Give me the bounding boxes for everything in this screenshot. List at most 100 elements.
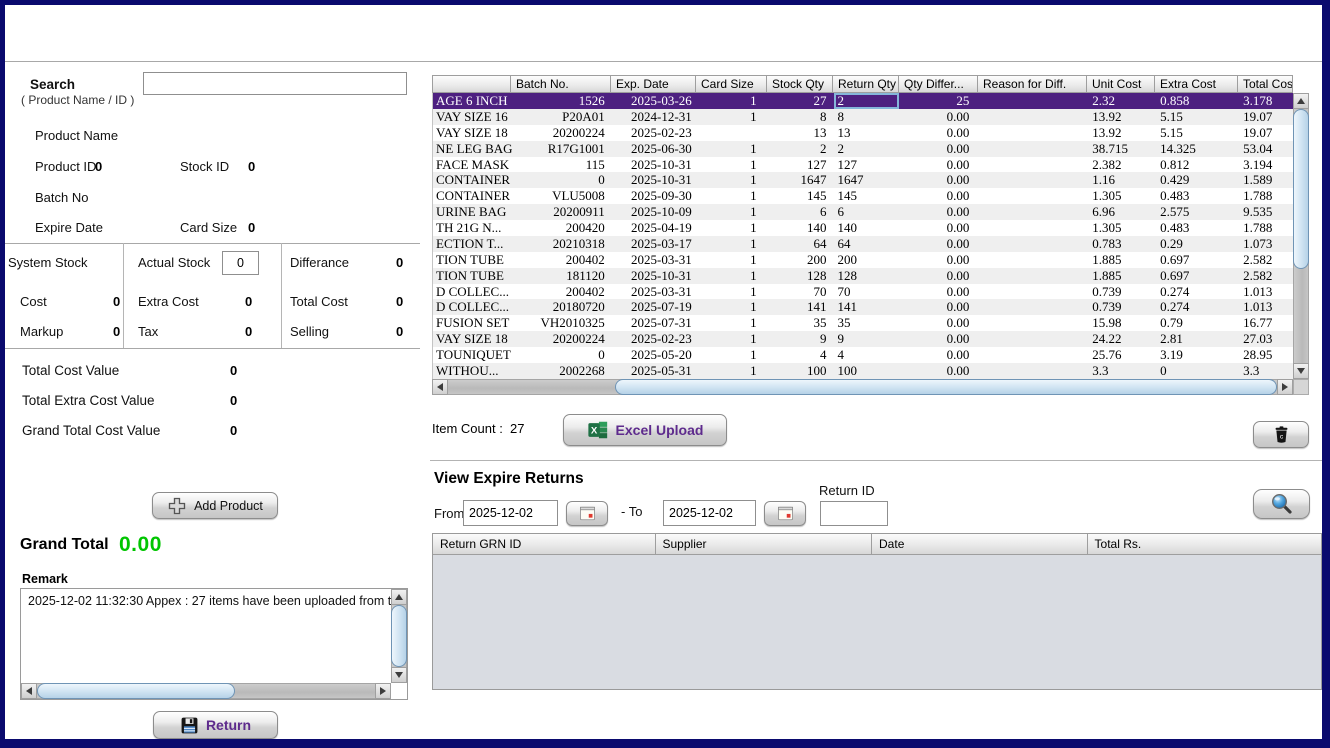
cell-extra: 3.19 <box>1155 347 1238 363</box>
cell-ret[interactable]: 9 <box>834 331 900 347</box>
table-row[interactable]: D COLLEC...2004022025-03-31170700.000.73… <box>433 284 1293 300</box>
column-header-extra-cost[interactable]: Extra Cost <box>1155 75 1238 93</box>
cell-ret[interactable]: 8 <box>834 109 900 125</box>
plus-icon <box>167 496 187 516</box>
cell-ret[interactable]: 13 <box>834 125 900 141</box>
cell-diff: 0.00 <box>899 172 978 188</box>
items-hscroll-thumb[interactable] <box>615 379 1277 395</box>
column-header-total-cos[interactable]: Total Cos... <box>1238 75 1293 93</box>
column-header-reason-for-diff[interactable]: Reason for Diff. <box>978 75 1087 93</box>
table-row[interactable]: TION TUBE2004022025-03-3112002000.001.88… <box>433 252 1293 268</box>
cell-ret[interactable]: 2 <box>834 141 900 157</box>
table-row[interactable]: VAY SIZE 18202002242025-02-2313130.0013.… <box>433 125 1293 141</box>
cell-ret[interactable]: 2 <box>834 93 900 109</box>
cell-ret[interactable]: 70 <box>834 284 900 300</box>
remark-scroll-down-button[interactable] <box>391 667 407 683</box>
cell-ret[interactable]: 145 <box>834 188 900 204</box>
actual-stock-input[interactable] <box>222 251 259 275</box>
cell-card: 1 <box>697 252 768 268</box>
items-scroll-right-button[interactable] <box>1277 379 1293 395</box>
column-header-qty-differ[interactable]: Qty Differ... <box>899 75 978 93</box>
search-returns-button[interactable] <box>1253 489 1310 519</box>
clear-button[interactable]: c <box>1253 421 1309 448</box>
remark-hscroll-thumb[interactable] <box>37 683 235 699</box>
search-input[interactable] <box>143 72 407 95</box>
grand-total-label: Grand Total <box>20 536 109 554</box>
table-row[interactable]: TOUNIQUET02025-05-201440.0025.763.1928.9… <box>433 347 1293 363</box>
cell-extra: 5.15 <box>1155 109 1238 125</box>
remark-scroll-left-button[interactable] <box>21 683 37 699</box>
cell-ret[interactable]: 6 <box>834 204 900 220</box>
cell-total: 2.582 <box>1238 252 1293 268</box>
remark-scroll-right-button[interactable] <box>375 683 391 699</box>
from-date-input[interactable] <box>463 500 558 526</box>
cell-ret[interactable]: 64 <box>834 236 900 252</box>
items-scroll-down-button[interactable] <box>1293 363 1309 379</box>
table-row[interactable]: CONTAINERVLU50082025-09-3011451450.001.3… <box>433 188 1293 204</box>
column-header-card-size[interactable]: Card Size <box>696 75 767 93</box>
grand-total-cost-value: 0 <box>230 423 237 438</box>
column-header-batch-no[interactable]: Batch No. <box>511 75 611 93</box>
cell-unit: 24.22 <box>1087 331 1155 347</box>
table-row[interactable]: TION TUBE1811202025-10-3111281280.001.88… <box>433 268 1293 284</box>
table-row[interactable]: CONTAINER02025-10-311164716470.001.160.4… <box>433 172 1293 188</box>
returns-column-header-return-grn-id[interactable]: Return GRN ID <box>433 534 656 555</box>
cell-ret[interactable]: 127 <box>834 157 900 173</box>
cell-ret[interactable]: 200 <box>834 252 900 268</box>
cell-ret[interactable]: 140 <box>834 220 900 236</box>
table-row[interactable]: FACE MASK1152025-10-3111271270.002.3820.… <box>433 157 1293 173</box>
cell-name: WITHOU... <box>433 363 512 379</box>
to-date-input[interactable] <box>663 500 756 526</box>
remark-textarea[interactable]: 2025-12-02 11:32:30 Appex : 27 items hav… <box>20 588 408 700</box>
cell-unit: 25.76 <box>1087 347 1155 363</box>
table-row[interactable]: TH 21G N...2004202025-04-1911401400.001.… <box>433 220 1293 236</box>
column-header-exp-date[interactable]: Exp. Date <box>611 75 696 93</box>
cell-ret[interactable]: 141 <box>834 299 900 315</box>
return-id-input[interactable] <box>820 501 888 526</box>
returns-column-header-supplier[interactable]: Supplier <box>656 534 873 555</box>
to-date-picker-button[interactable] <box>764 501 806 526</box>
items-vscroll-thumb[interactable] <box>1293 109 1309 269</box>
from-date-picker-button[interactable] <box>566 501 608 526</box>
add-product-button[interactable]: Add Product <box>152 492 278 519</box>
remark-vscroll-thumb[interactable] <box>391 605 407 667</box>
table-row[interactable]: FUSION SETVH20103252025-07-31135350.0015… <box>433 315 1293 331</box>
selling-label: Selling <box>290 324 329 339</box>
items-scroll-left-button[interactable] <box>432 379 448 395</box>
table-row[interactable]: VAY SIZE 18202002242025-02-231990.0024.2… <box>433 331 1293 347</box>
table-row[interactable]: ECTION T...202103182025-03-17164640.000.… <box>433 236 1293 252</box>
cell-exp: 2025-02-23 <box>612 125 697 141</box>
returns-column-header-date[interactable]: Date <box>872 534 1088 555</box>
cell-name: VAY SIZE 18 <box>433 125 512 141</box>
column-header-unit-cost[interactable]: Unit Cost <box>1087 75 1155 93</box>
cell-ret[interactable]: 35 <box>834 315 900 331</box>
cell-diff: 0.00 <box>899 331 978 347</box>
table-row[interactable]: D COLLEC...201807202025-07-1911411410.00… <box>433 299 1293 315</box>
table-row[interactable]: VAY SIZE 16P20A012024-12-311880.0013.925… <box>433 109 1293 125</box>
cell-ret[interactable]: 128 <box>834 268 900 284</box>
return-button[interactable]: Return <box>153 711 278 739</box>
table-row[interactable]: WITHOU...20022682025-05-3111001000.003.3… <box>433 363 1293 379</box>
cell-card: 1 <box>697 284 768 300</box>
column-header-product[interactable] <box>432 75 511 93</box>
cell-extra: 0.697 <box>1155 252 1238 268</box>
column-header-return-qty[interactable]: Return Qty <box>833 75 899 93</box>
table-row[interactable]: URINE BAG202009112025-10-091660.006.962.… <box>433 204 1293 220</box>
remark-scroll-up-button[interactable] <box>391 589 407 605</box>
cell-ret[interactable]: 4 <box>834 347 900 363</box>
cell-diff: 0.00 <box>899 188 978 204</box>
arrow-left-icon <box>26 687 32 695</box>
cell-stock: 9 <box>768 331 834 347</box>
cell-stock: 127 <box>768 157 834 173</box>
table-row[interactable]: NE LEG BAGR17G10012025-06-301220.0038.71… <box>433 141 1293 157</box>
table-row[interactable]: AGE 6 INCH15262025-03-261272252.320.8583… <box>433 93 1293 109</box>
items-scroll-up-button[interactable] <box>1293 93 1309 109</box>
cell-batch: VH2010325 <box>512 315 612 331</box>
magnifier-icon <box>1270 492 1294 516</box>
returns-column-header-total-rs[interactable]: Total Rs. <box>1088 534 1321 555</box>
column-header-stock-qty[interactable]: Stock Qty <box>767 75 833 93</box>
cell-ret[interactable]: 100 <box>834 363 900 379</box>
cell-name: TOUNIQUET <box>433 347 512 363</box>
excel-upload-button[interactable]: X Excel Upload <box>563 414 727 446</box>
cell-ret[interactable]: 1647 <box>834 172 900 188</box>
